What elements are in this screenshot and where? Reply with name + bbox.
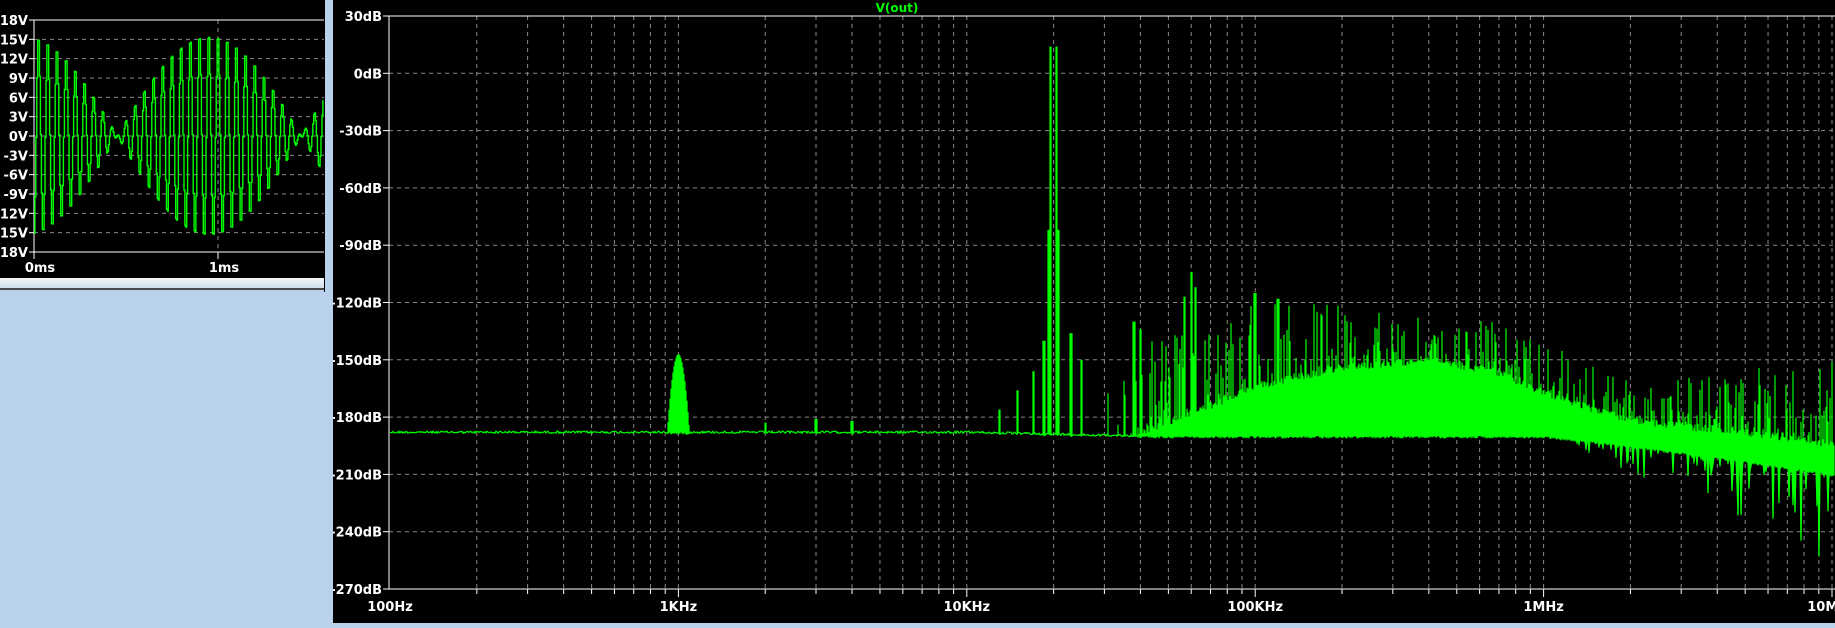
spectrum-trace[interactable] <box>667 46 1835 557</box>
y-tick-label: -150dB <box>333 354 382 369</box>
y-tick-label: -210dB <box>333 468 382 483</box>
x-tick-label: 1MHz <box>1523 600 1563 615</box>
y-tick-label: 9V <box>9 72 28 87</box>
fft-plot-pane[interactable]: 30dB 0dB -30dB -60dB -90dB -120dB -150dB -180dB… <box>330 0 1835 623</box>
x-tick-label: 10MHz <box>1807 600 1835 615</box>
y-tick-label: -240dB <box>333 526 382 541</box>
y-tick-label: 0dB <box>354 67 382 82</box>
pane-border <box>324 0 325 292</box>
transient-waveform-chart[interactable]: 18V 15V 12V 9V 6V 3V 0V -3V -6V -9V -12V -15V -18V0m… <box>0 0 325 278</box>
spectrum-trace-floor[interactable] <box>390 429 1835 556</box>
y-tick-label: -9V <box>3 188 28 203</box>
y-tick-label: 15V <box>0 33 28 48</box>
y-tick-label: -6V <box>3 169 28 184</box>
y-tick-label: 30dB <box>345 10 382 25</box>
x-tick-label: 100KHz <box>1227 600 1283 615</box>
y-tick-label: -270dB <box>333 583 382 598</box>
y-tick-label: -60dB <box>339 182 382 197</box>
y-tick-label: 3V <box>9 111 28 126</box>
pane-divider <box>0 288 325 290</box>
transient-pane-horizontal-scrollbar[interactable] <box>0 278 325 288</box>
x-tick-label: 100Hz <box>367 600 413 615</box>
y-tick-label: -18V <box>0 246 28 261</box>
y-tick-label: 18V <box>0 14 28 29</box>
y-tick-label: -30dB <box>339 125 382 140</box>
y-tick-label: -120dB <box>333 297 382 312</box>
grid <box>389 16 1835 589</box>
x-tick-label: 1KHz <box>660 600 698 615</box>
fft-spectrum-chart[interactable]: 30dB 0dB -30dB -60dB -90dB -120dB -150dB -180dB… <box>330 0 1835 623</box>
y-tick-label: -15V <box>0 227 28 242</box>
y-tick-label: -12V <box>0 207 28 222</box>
x-tick-label: 1ms <box>209 261 240 276</box>
trace-label-vout[interactable]: V(out) <box>876 1 919 15</box>
y-tick-label: 0V <box>9 130 28 145</box>
x-tick-label: 10KHz <box>943 600 990 615</box>
y-tick-label: -180dB <box>333 411 382 426</box>
y-tick-label: 6V <box>9 91 28 106</box>
y-tick-label: 12V <box>0 53 28 68</box>
y-tick-label: -90dB <box>339 239 382 254</box>
y-tick-label: -3V <box>3 149 28 164</box>
x-tick-label: 0ms <box>25 261 56 276</box>
transient-plot-pane[interactable]: 18V 15V 12V 9V 6V 3V 0V -3V -6V -9V -12V -15V -18V0m… <box>0 0 325 278</box>
